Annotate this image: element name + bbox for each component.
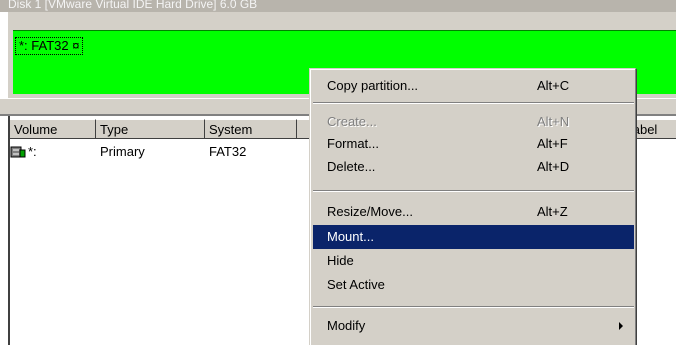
drive-icon [10,144,26,160]
menu-separator [313,102,634,104]
menu-item-label: Create... [327,114,377,129]
submenu-arrow-icon [619,322,623,330]
menu-item-label: Mount... [327,229,374,244]
menu-item-copy-partition[interactable]: Copy partition... Alt+C [313,74,634,98]
column-header-volume[interactable]: Volume [10,119,96,139]
menu-item-label: Format... [327,136,380,151]
menu-item-format[interactable]: Format... Alt+F [313,132,634,156]
partition-label[interactable]: *: FAT32 ¤ [14,37,84,55]
menu-item-create[interactable]: Create... Alt+N [313,110,634,134]
cell-type: Primary [100,144,145,159]
menu-item-label: Delete... [327,159,376,174]
menu-item-label: Set Active [327,277,385,292]
menu-item-accelerator: Alt+F [537,136,568,151]
disk-header: Disk 1 [VMware Virtual IDE Hard Drive] 6… [0,0,676,12]
menu-item-accelerator: Alt+N [537,114,570,129]
menu-item-set-active[interactable]: Set Active [313,273,634,297]
disk-title: Disk 1 [VMware Virtual IDE Hard Drive] 6… [8,0,258,11]
menu-item-accelerator: Alt+Z [537,204,568,219]
menu-item-modify[interactable]: Modify [313,314,634,338]
column-header-type[interactable]: Type [96,119,205,139]
menu-separator [313,306,634,308]
menu-item-delete[interactable]: Delete... Alt+D [313,155,634,179]
menu-item-mount[interactable]: Mount... [313,225,634,249]
menu-separator [313,190,634,192]
menu-item-label: Hide [327,253,354,268]
menu-item-accelerator: Alt+C [537,78,570,93]
cell-system: FAT32 [209,144,247,159]
menu-item-label: Resize/Move... [327,204,413,219]
menu-item-hide[interactable]: Hide [313,249,634,273]
menu-item-label: Modify [327,318,366,333]
context-menu: Copy partition... Alt+C Create... Alt+N … [309,68,636,345]
menu-item-accelerator: Alt+D [537,159,570,174]
column-header-system[interactable]: System [205,119,297,139]
cell-volume: *: [28,144,37,159]
menu-item-label: Copy partition... [327,78,419,93]
menu-item-resize-move[interactable]: Resize/Move... Alt+Z [313,200,634,224]
